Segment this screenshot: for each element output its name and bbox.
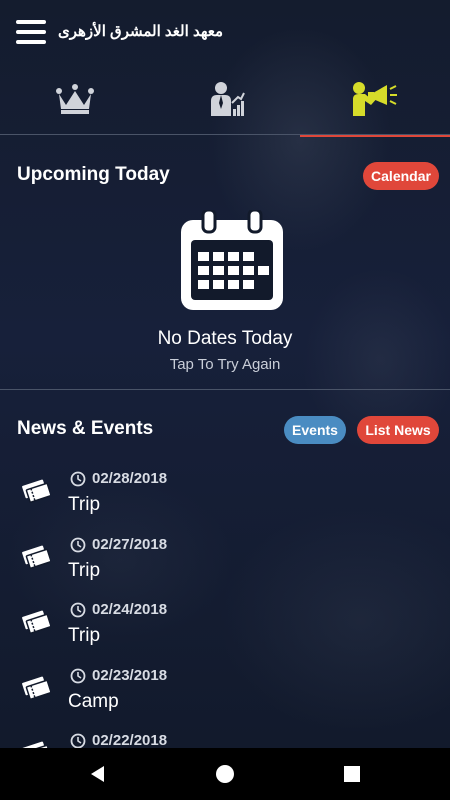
- top-tabs: [0, 64, 450, 137]
- back-icon[interactable]: [88, 764, 108, 784]
- list-item[interactable]: 02/28/2018 Trip: [0, 466, 450, 532]
- menu-icon-bar: [16, 30, 46, 34]
- recents-icon[interactable]: [342, 764, 362, 784]
- menu-icon-bar: [16, 40, 46, 44]
- crown-icon: [56, 84, 94, 114]
- menu-icon-bar: [16, 20, 46, 24]
- news-item-title: Trip: [68, 559, 101, 581]
- tickets-icon: [22, 676, 50, 700]
- news-item-title: Camp: [68, 690, 119, 712]
- news-date: 02/28/2018: [92, 470, 168, 487]
- news-title: News & Events: [17, 418, 154, 439]
- menu-button[interactable]: [16, 20, 48, 44]
- news-item-title: Trip: [68, 625, 101, 646]
- clock-icon: [70, 602, 86, 618]
- events-button[interactable]: Events: [284, 416, 346, 444]
- list-item[interactable]: 02/24/2018 Trip: [0, 597, 450, 663]
- person-chart-icon: [211, 82, 245, 116]
- clock-icon: [70, 733, 86, 748]
- news-item-title: Trip: [68, 494, 101, 515]
- calendar-button[interactable]: Calendar: [363, 162, 439, 190]
- upcoming-title: Upcoming Today: [17, 164, 170, 185]
- tickets-icon: [22, 741, 50, 748]
- news-list: 02/28/2018 Trip 02/27/2018 Trip 02/24/20…: [0, 466, 450, 748]
- system-nav-bar: [0, 748, 450, 800]
- app-bar: معهد الغد المشرق الأزهرى: [0, 0, 450, 64]
- megaphone-person-icon: [353, 82, 397, 116]
- tickets-icon: [22, 479, 50, 503]
- tickets-icon: [22, 545, 50, 569]
- news-date: 02/27/2018: [92, 535, 168, 553]
- section-divider: [0, 389, 450, 390]
- tab-crown[interactable]: [0, 64, 150, 134]
- news-date: 02/22/2018: [92, 732, 168, 748]
- clock-icon: [70, 471, 86, 487]
- try-again-link[interactable]: Tap To Try Again: [0, 356, 450, 373]
- list-item[interactable]: 02/27/2018 Trip: [0, 532, 450, 598]
- list-news-button[interactable]: List News: [357, 416, 439, 444]
- clock-icon: [70, 537, 86, 552]
- clock-icon: [70, 668, 86, 683]
- list-item[interactable]: 02/23/2018 Camp: [0, 663, 450, 729]
- tickets-icon: [22, 610, 50, 634]
- no-dates-text: No Dates Today: [157, 328, 293, 349]
- tabs-divider: [0, 134, 450, 135]
- calendar-icon[interactable]: [181, 210, 283, 312]
- list-item[interactable]: 02/22/2018: [0, 728, 450, 748]
- tab-person-chart[interactable]: [150, 64, 300, 134]
- news-date: 02/23/2018: [92, 666, 168, 684]
- news-date: 02/24/2018: [92, 601, 168, 618]
- tab-megaphone[interactable]: [300, 64, 450, 137]
- home-icon[interactable]: [215, 764, 235, 784]
- app-title: معهد الغد المشرق الأزهرى: [58, 23, 224, 40]
